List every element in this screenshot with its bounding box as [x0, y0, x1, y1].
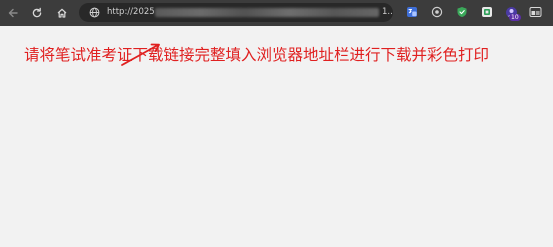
- url-prefix: http://2025: [107, 7, 155, 17]
- reload-button[interactable]: [25, 1, 49, 25]
- url-suffix: 1...: [382, 7, 393, 17]
- home-button[interactable]: [50, 1, 74, 25]
- page-content: 请将笔试准考证下载链接完整填入浏览器地址栏进行下载并彩色打印: [0, 26, 553, 247]
- back-button[interactable]: [1, 1, 25, 25]
- address-bar[interactable]: http://2025 1...: [79, 3, 393, 22]
- home-icon: [57, 8, 67, 18]
- globe-icon: [87, 6, 101, 20]
- extension-badge: 10: [509, 14, 521, 21]
- url-field[interactable]: http://2025 1...: [107, 3, 393, 22]
- green-square-extension-icon[interactable]: [480, 5, 494, 19]
- reload-icon: [32, 7, 42, 18]
- target-extension-icon[interactable]: [430, 5, 444, 19]
- browser-toolbar: http://2025 1...: [0, 0, 553, 26]
- arrow-left-icon: [8, 8, 18, 18]
- shield-extension-icon[interactable]: [455, 5, 469, 19]
- redacted-url-segment: [155, 8, 379, 17]
- translate-extension-icon[interactable]: [405, 5, 419, 19]
- annotation-instruction: 请将笔试准考证下载链接完整填入浏览器地址栏进行下载并彩色打印: [24, 46, 490, 64]
- window-panel-icon[interactable]: [528, 5, 542, 19]
